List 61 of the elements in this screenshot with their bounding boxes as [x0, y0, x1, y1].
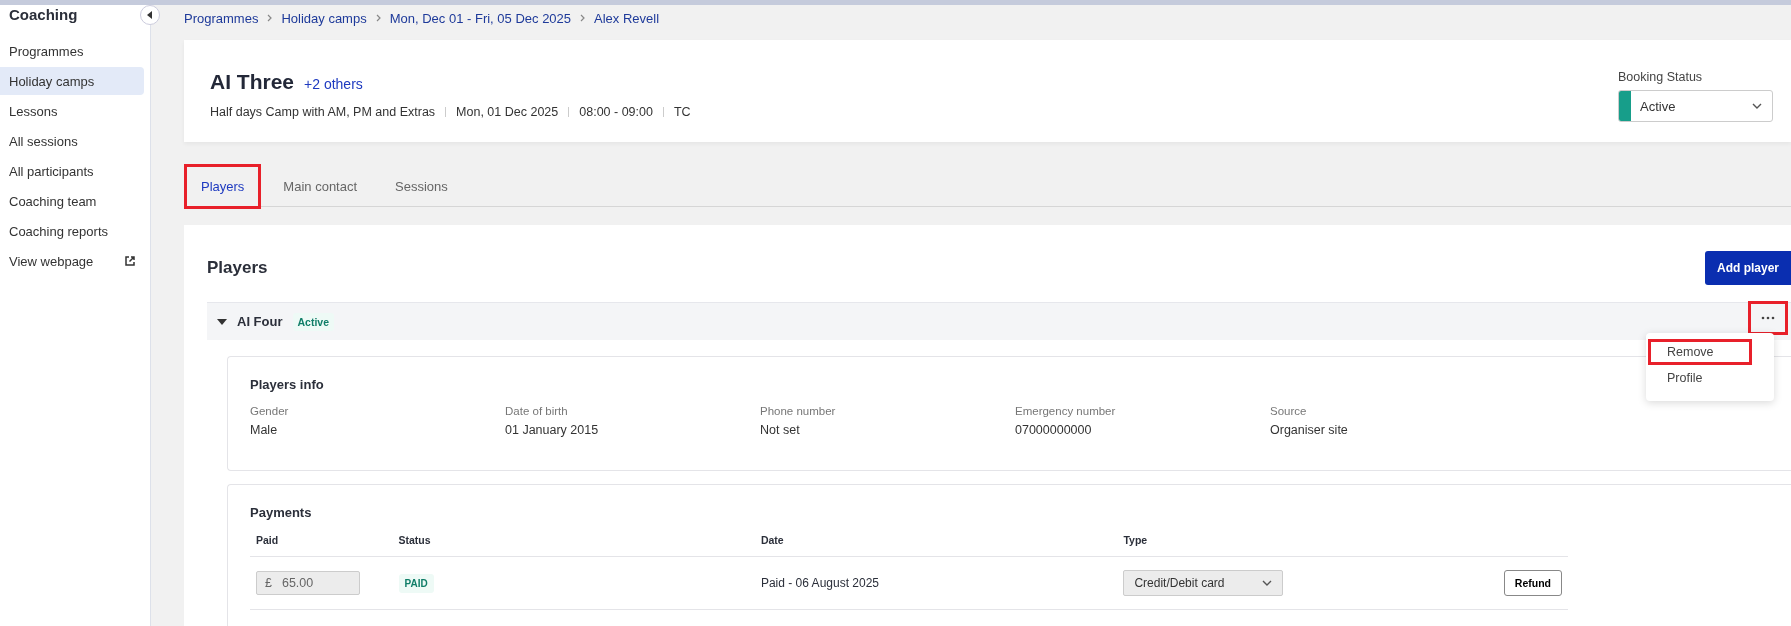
- sidebar-item[interactable]: All sessions: [0, 127, 144, 155]
- breadcrumb-link[interactable]: Programmes: [184, 10, 259, 26]
- field-value: Male: [250, 423, 279, 437]
- card-title: Payments: [250, 505, 312, 520]
- sidebar-item[interactable]: Coaching team: [0, 187, 144, 215]
- add-player-button[interactable]: Add player: [1705, 251, 1791, 285]
- sidebar-item[interactable]: All participants: [0, 157, 144, 185]
- field-label: Source: [1270, 405, 1308, 417]
- status-tag: PAID: [398, 574, 434, 593]
- tab[interactable]: Players: [184, 164, 262, 209]
- menu-item[interactable]: Remove: [1648, 339, 1752, 365]
- field-label: Emergency number: [1015, 405, 1117, 417]
- breadcrumb-link[interactable]: Alex Revell: [594, 10, 660, 26]
- page-title: AI Three: [210, 70, 295, 94]
- tab[interactable]: Main contact: [267, 164, 374, 209]
- field-value: 01 January 2015: [505, 423, 600, 437]
- menu-item[interactable]: Profile: [1648, 365, 1752, 391]
- status-select[interactable]: Active: [1618, 90, 1773, 122]
- type-select[interactable]: Credit/Debit card: [1123, 570, 1284, 596]
- field-label: Booking Status: [1618, 70, 1704, 84]
- chevron-right-icon: [580, 14, 586, 22]
- sidebar-item[interactable]: Lessons: [0, 97, 144, 125]
- column-header: Paid: [256, 534, 279, 546]
- field-value: Not set: [760, 423, 801, 437]
- field-value: 07000000000: [1015, 423, 1093, 437]
- field-label: Gender: [250, 405, 290, 417]
- section-title: Players: [207, 258, 268, 278]
- sidebar-item[interactable]: Programmes: [0, 37, 144, 65]
- column-header: Status: [398, 534, 431, 546]
- player-name: AI Four: [237, 314, 283, 329]
- field-label: Date of birth: [505, 405, 569, 417]
- collapse-button[interactable]: [140, 5, 160, 25]
- chevron-right-icon: [375, 14, 381, 22]
- chevron-right-icon: [267, 14, 273, 22]
- chevron-down-icon: [1262, 580, 1273, 586]
- tab[interactable]: Sessions: [379, 164, 464, 209]
- field-label: Phone number: [760, 405, 837, 417]
- more-icon: [1761, 316, 1775, 320]
- table-cell: Paid - 06 August 2025: [760, 576, 879, 590]
- detail-text: Mon, 01 Dec 2025: [456, 105, 559, 119]
- caret-icon[interactable]: [217, 318, 227, 325]
- refund-button[interactable]: Refund: [1503, 570, 1562, 596]
- sidebar-item[interactable]: Holiday camps: [0, 67, 144, 95]
- sidebar-title: Coaching: [8, 6, 79, 23]
- others-link[interactable]: +2 others: [304, 76, 363, 92]
- breadcrumb-link[interactable]: Holiday camps: [281, 10, 367, 26]
- sidebar-item[interactable]: Coaching reports: [0, 217, 144, 245]
- card-title: Players info: [250, 377, 324, 392]
- detail-text: TC: [673, 105, 691, 119]
- field-value: Organiser site: [1270, 423, 1349, 437]
- sidebar-item[interactable]: View webpage: [0, 247, 144, 275]
- column-header: Type: [1123, 534, 1148, 546]
- chevron-down-icon: [1752, 103, 1762, 109]
- detail-text: Half days Camp with AM, PM and Extras: [210, 105, 436, 119]
- breadcrumb-link[interactable]: Mon, Dec 01 - Fri, 05 Dec 2025: [389, 10, 572, 26]
- external-link-icon: [125, 256, 135, 266]
- detail-text: 08:00 - 09:00: [579, 105, 653, 119]
- column-header: Date: [760, 534, 784, 546]
- triangle-left-icon: [147, 11, 153, 19]
- status-tag: Active: [292, 312, 334, 331]
- amount-field: £ 65.00: [256, 571, 360, 595]
